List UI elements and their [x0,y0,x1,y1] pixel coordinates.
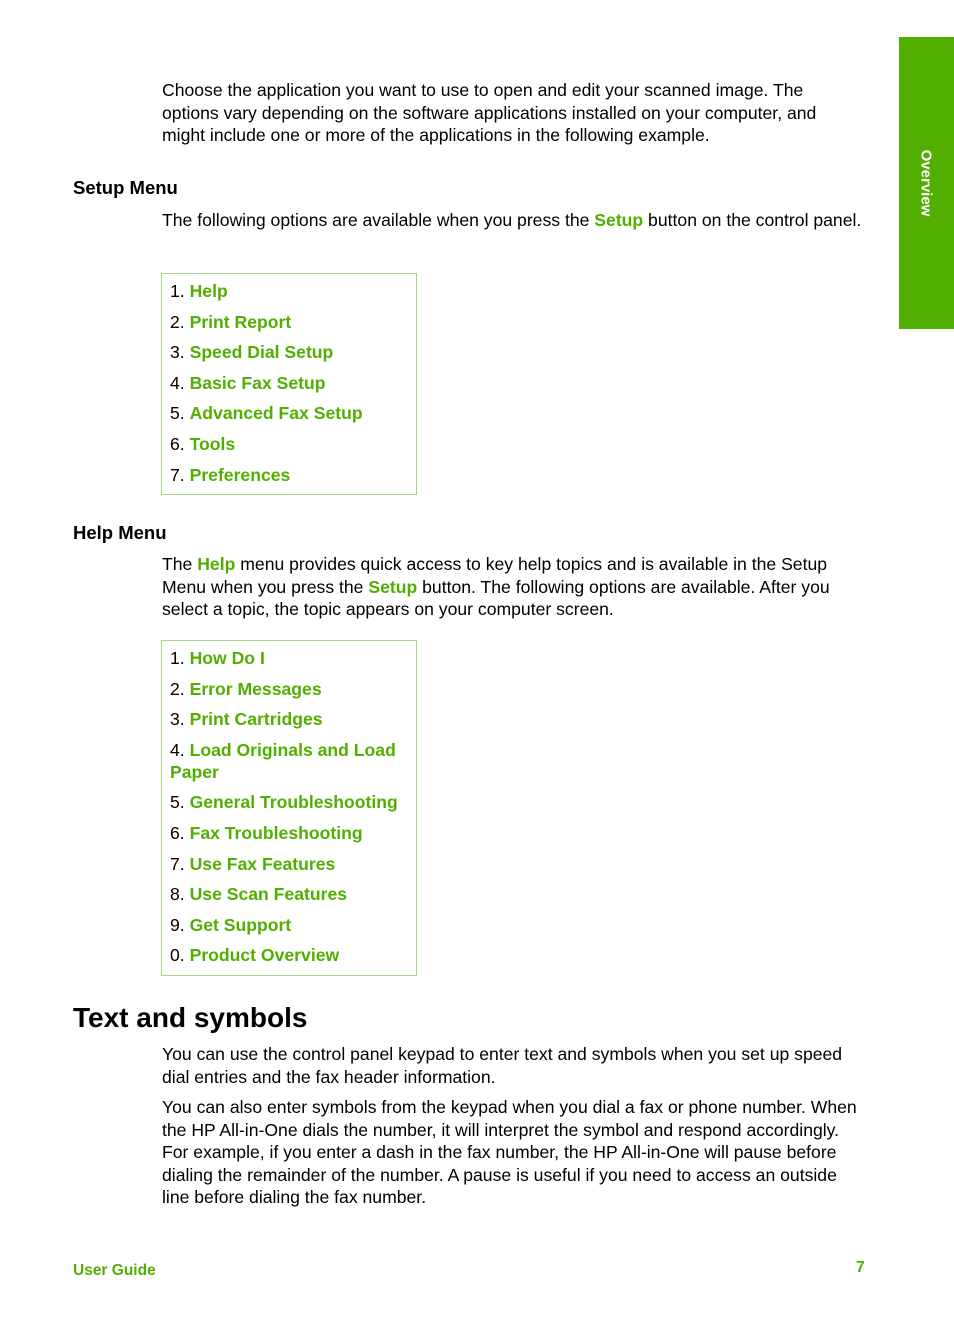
menu-item: 5. Advanced Fax Setup [170,402,408,424]
item-label: General Troubleshooting [189,792,398,813]
help-menu-list: 1. How Do I 2. Error Messages 3. Print C… [161,640,417,976]
menu-item: 7. Use Fax Features [170,853,408,875]
setup-button-ref: Setup [368,576,418,597]
item-number: 9. [170,914,185,935]
item-label: Get Support [189,914,292,935]
item-number: 7. [170,464,185,485]
setup-menu-list: 1. Help 2. Print Report 3. Speed Dial Se… [161,273,417,495]
text: button on the control panel. [643,210,862,230]
item-label: Load Originals and Load Paper [170,739,396,782]
item-number: 4. [170,372,185,393]
text-symbols-heading: Text and symbols [73,1002,308,1033]
setup-menu-heading: Setup Menu [73,177,178,198]
item-label: Advanced Fax Setup [189,403,363,424]
setup-button-ref: Setup [594,210,644,230]
text: The following options are available when… [162,210,595,230]
menu-item: 2. Print Report [170,311,408,333]
menu-item: 6. Tools [170,433,408,455]
item-number: 6. [170,433,185,454]
item-label: Preferences [189,464,291,485]
item-number: 1. [170,281,185,301]
menu-item: 5. General Troubleshooting [170,791,408,813]
text-symbols-paragraph-1: You can use the control panel keypad to … [162,1044,843,1087]
menu-item: 1. Help [170,280,408,302]
section-tab: Overview [899,37,954,329]
section-tab-label: Overview [917,149,935,217]
item-label: Basic Fax Setup [189,372,326,393]
setup-menu-description: The following options are available when… [162,209,862,232]
menu-item: 6. Fax Troubleshooting [170,822,408,844]
item-label: Tools [189,433,236,454]
item-label: Use Scan Features [189,884,348,905]
text: The [162,554,198,574]
menu-item: 8. Use Scan Features [170,883,408,905]
item-label: Use Fax Features [189,853,336,874]
page-number: 7 [856,1259,865,1276]
item-number: 3. [170,342,185,363]
menu-item: 4. Load Originals and Load Paper [170,739,408,783]
item-number: 1. [170,648,185,668]
item-number: 4. [170,739,185,760]
intro-paragraph: Choose the application you want to use t… [162,80,817,145]
menu-item: 2. Error Messages [170,678,408,700]
menu-item: 1. How Do I [170,647,408,669]
item-number: 0. [170,945,185,966]
item-label: Print Report [189,311,292,332]
item-label: Fax Troubleshooting [189,822,363,843]
help-menu-heading: Help Menu [73,522,167,543]
item-number: 8. [170,884,185,905]
text-symbols-paragraph-2: You can also enter symbols from the keyp… [162,1097,857,1207]
item-number: 5. [170,792,185,813]
menu-item: 0. Product Overview [170,944,408,966]
item-number: 2. [170,678,185,699]
item-label: Help [189,281,228,301]
menu-item: 9. Get Support [170,914,408,936]
menu-item: 3. Speed Dial Setup [170,341,408,363]
item-label: Product Overview [189,945,340,966]
footer-guide-title: User Guide [73,1262,156,1279]
item-label: Error Messages [189,678,322,699]
item-number: 7. [170,853,185,874]
item-number: 2. [170,311,185,332]
menu-item: 3. Print Cartridges [170,708,408,730]
menu-item: 4. Basic Fax Setup [170,372,408,394]
menu-item: 7. Preferences [170,464,408,486]
item-label: Print Cartridges [189,709,323,730]
item-number: 5. [170,403,185,424]
help-menu-description: The Help menu provides quick access to k… [162,553,862,621]
item-number: 6. [170,822,185,843]
item-label: How Do I [189,648,265,668]
item-number: 3. [170,709,185,730]
item-label: Speed Dial Setup [189,342,334,363]
help-button-ref: Help [197,554,236,574]
